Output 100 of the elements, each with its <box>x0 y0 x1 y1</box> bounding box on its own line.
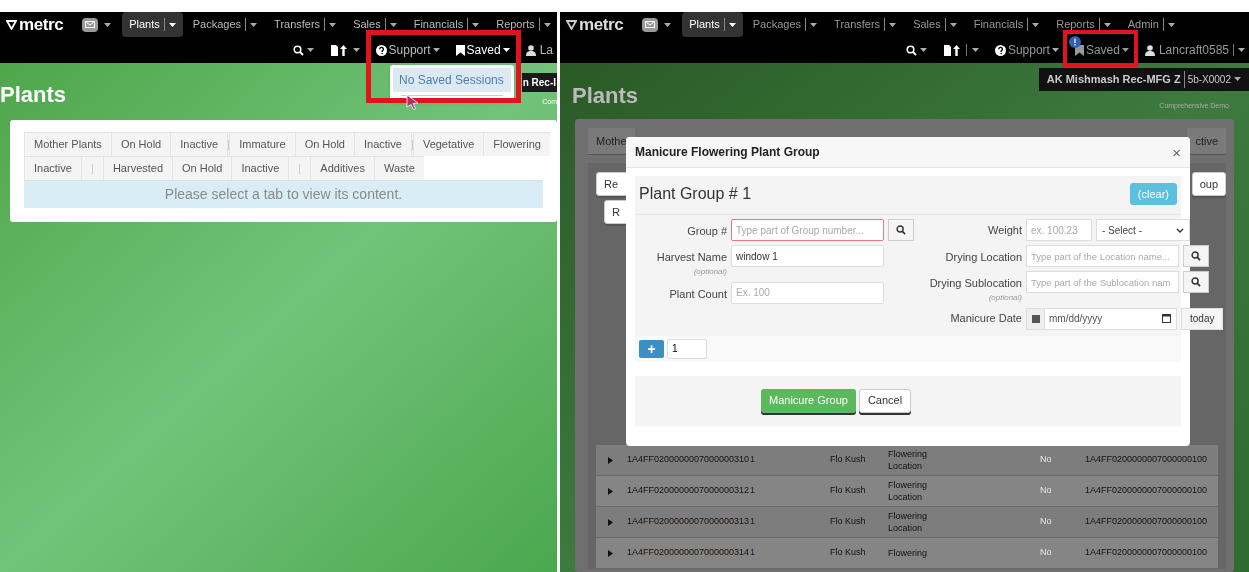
close-button[interactable]: × <box>1172 144 1181 160</box>
caret-icon <box>104 22 112 27</box>
expand-icon[interactable] <box>608 487 613 495</box>
tab[interactable]: On Hold <box>294 132 354 156</box>
tab[interactable]: Mother Plants <box>24 132 111 156</box>
file-upload-icon[interactable] <box>942 44 961 56</box>
caret-icon <box>1167 22 1175 27</box>
caret-icon <box>1051 48 1059 52</box>
table-row[interactable]: 1A4FF02000000070000003101 Flo Kush Flowering Location No 1A4FF0200000007000000100 <box>596 445 1218 476</box>
nav-menu[interactable]: Transfers <box>267 12 344 37</box>
table-cell-text: 1 <box>750 484 756 498</box>
optional-note: (optional) <box>693 265 727 278</box>
facility-selector[interactable]: AK Mishmash Rec-MFG Z 5b-X0002 <box>1038 68 1249 91</box>
date-field[interactable]: mm/dd/yyyy <box>1026 307 1177 330</box>
user-icon <box>1144 44 1155 56</box>
user-menu[interactable]: Lancraft0585 <box>1144 41 1245 59</box>
expand-icon[interactable] <box>608 518 613 526</box>
envelope-icon <box>645 21 656 28</box>
search-button[interactable] <box>1183 245 1209 267</box>
toolbar-button[interactable]: R <box>604 200 628 224</box>
table-cell-text: Flo Kush <box>830 484 867 498</box>
tab[interactable]: ctive <box>1187 128 1226 154</box>
table-cell: 1A4FF0200000007000000100 <box>1085 515 1208 529</box>
table-cell-text: Flowering Location <box>888 448 928 472</box>
tab[interactable]: Harvested <box>102 156 173 180</box>
toolbar-button[interactable]: oup <box>1191 172 1226 196</box>
search-icon <box>1191 251 1201 261</box>
saved-menu[interactable]: Saved <box>1074 41 1129 59</box>
today-button[interactable]: today <box>1181 307 1224 330</box>
table-cell-text: 1 <box>750 515 756 529</box>
table-row[interactable]: 1A4FF02000000070000003121 Flo Kush Flowering Location No 1A4FF0200000007000000100 <box>596 476 1218 507</box>
toolbar-button[interactable]: Re <box>596 172 628 196</box>
caret-icon <box>664 22 672 27</box>
nav-menu[interactable]: Plants <box>682 12 743 37</box>
tab[interactable]: Additives <box>310 156 374 180</box>
search-icon[interactable] <box>292 44 304 56</box>
logo-text[interactable]: metrc <box>579 16 624 33</box>
mail-button[interactable] <box>82 17 99 32</box>
saved-menu[interactable]: Saved <box>455 41 510 59</box>
table-cell-text: Flo Kush <box>830 546 867 560</box>
table-row[interactable]: 1A4FF02000000070000003131 Flo Kush Flowering Location No 1A4FF0200000007000000100 <box>596 507 1218 538</box>
field-label: Group # <box>687 224 727 239</box>
unit-select[interactable]: - Select - <box>1096 219 1190 241</box>
search-button[interactable] <box>888 219 914 241</box>
search-icon[interactable] <box>905 44 917 56</box>
table-cell: 1A4FF0200000007000000313 <box>627 515 750 529</box>
alert-badge-icon <box>1068 36 1081 48</box>
nav-menu[interactable]: Packages <box>185 12 265 37</box>
search-icon <box>896 225 906 235</box>
table-cell-text: Flo Kush <box>830 515 867 529</box>
table-cell-text: Flo Kush <box>830 453 867 467</box>
nav-menu[interactable]: Sales <box>906 12 964 37</box>
tab[interactable]: Immature <box>229 132 295 156</box>
file-upload-icon[interactable] <box>329 44 348 56</box>
user-menu[interactable]: La <box>525 41 553 59</box>
field-label: Plant Count <box>669 286 727 302</box>
expand-icon[interactable] <box>608 549 613 557</box>
table-cell: 1A4FF0200000007000000312 <box>627 484 750 498</box>
input-field[interactable]: window 1 <box>731 245 884 267</box>
mail-button[interactable] <box>642 17 659 32</box>
question-circle-icon <box>994 44 1006 56</box>
tab[interactable]: Inactive <box>231 156 289 180</box>
field-label: Weight <box>986 222 1022 238</box>
table-cell: 1A4FF0200000007000000310 <box>627 453 750 467</box>
table-row[interactable]: 1A4FF02000000070000003141 Flo Kush Flowering No 1A4FF0200000007000000100 <box>596 538 1218 569</box>
dropdown-item[interactable]: No Saved Sessions <box>393 68 511 92</box>
caret-icon <box>432 48 440 52</box>
search-button[interactable] <box>1183 271 1209 293</box>
expand-icon[interactable] <box>608 456 613 464</box>
logo-icon <box>566 19 577 30</box>
support-menu[interactable]: Support <box>375 41 440 59</box>
table-cell-text: 1 <box>750 453 756 467</box>
nav-menu[interactable]: Packages <box>745 12 825 37</box>
count-field[interactable]: 1 <box>667 338 707 359</box>
calendar-icon <box>1031 314 1040 323</box>
nav-menu[interactable]: Financials <box>966 12 1047 37</box>
nav-menu[interactable]: Transfers <box>827 12 904 37</box>
caret-icon <box>472 22 480 27</box>
logo-icon <box>6 19 17 30</box>
input-field[interactable]: Type part of Group number... <box>731 219 884 241</box>
support-menu[interactable]: Support <box>994 41 1059 59</box>
tab[interactable]: Mothe <box>588 128 635 154</box>
nav-menu[interactable]: Plants <box>122 12 183 37</box>
tab[interactable]: Vegetative <box>412 132 484 156</box>
caret-icon <box>810 22 818 27</box>
tab[interactable]: On Hold <box>172 156 232 180</box>
add-button[interactable]: + <box>639 339 664 358</box>
table-cell: 1A4FF0200000007000000100 <box>1085 546 1208 560</box>
field-label: Harvest Name <box>656 250 727 265</box>
tab[interactable]: Inactive <box>170 132 228 156</box>
facility-name[interactable]: n Rec-I <box>521 73 557 92</box>
tab[interactable]: On Hold <box>110 132 171 156</box>
cancel-button[interactable]: Cancel <box>858 388 912 413</box>
tab[interactable]: Inactive <box>354 132 411 156</box>
tab[interactable]: Inactive <box>24 156 81 180</box>
tab[interactable]: Waste <box>374 156 424 180</box>
modal-title: Manicure Flowering Plant Group <box>635 144 820 161</box>
caret-icon <box>1032 22 1040 27</box>
tab[interactable]: Flowering <box>483 132 550 156</box>
logo-text[interactable]: metrc <box>19 16 64 33</box>
